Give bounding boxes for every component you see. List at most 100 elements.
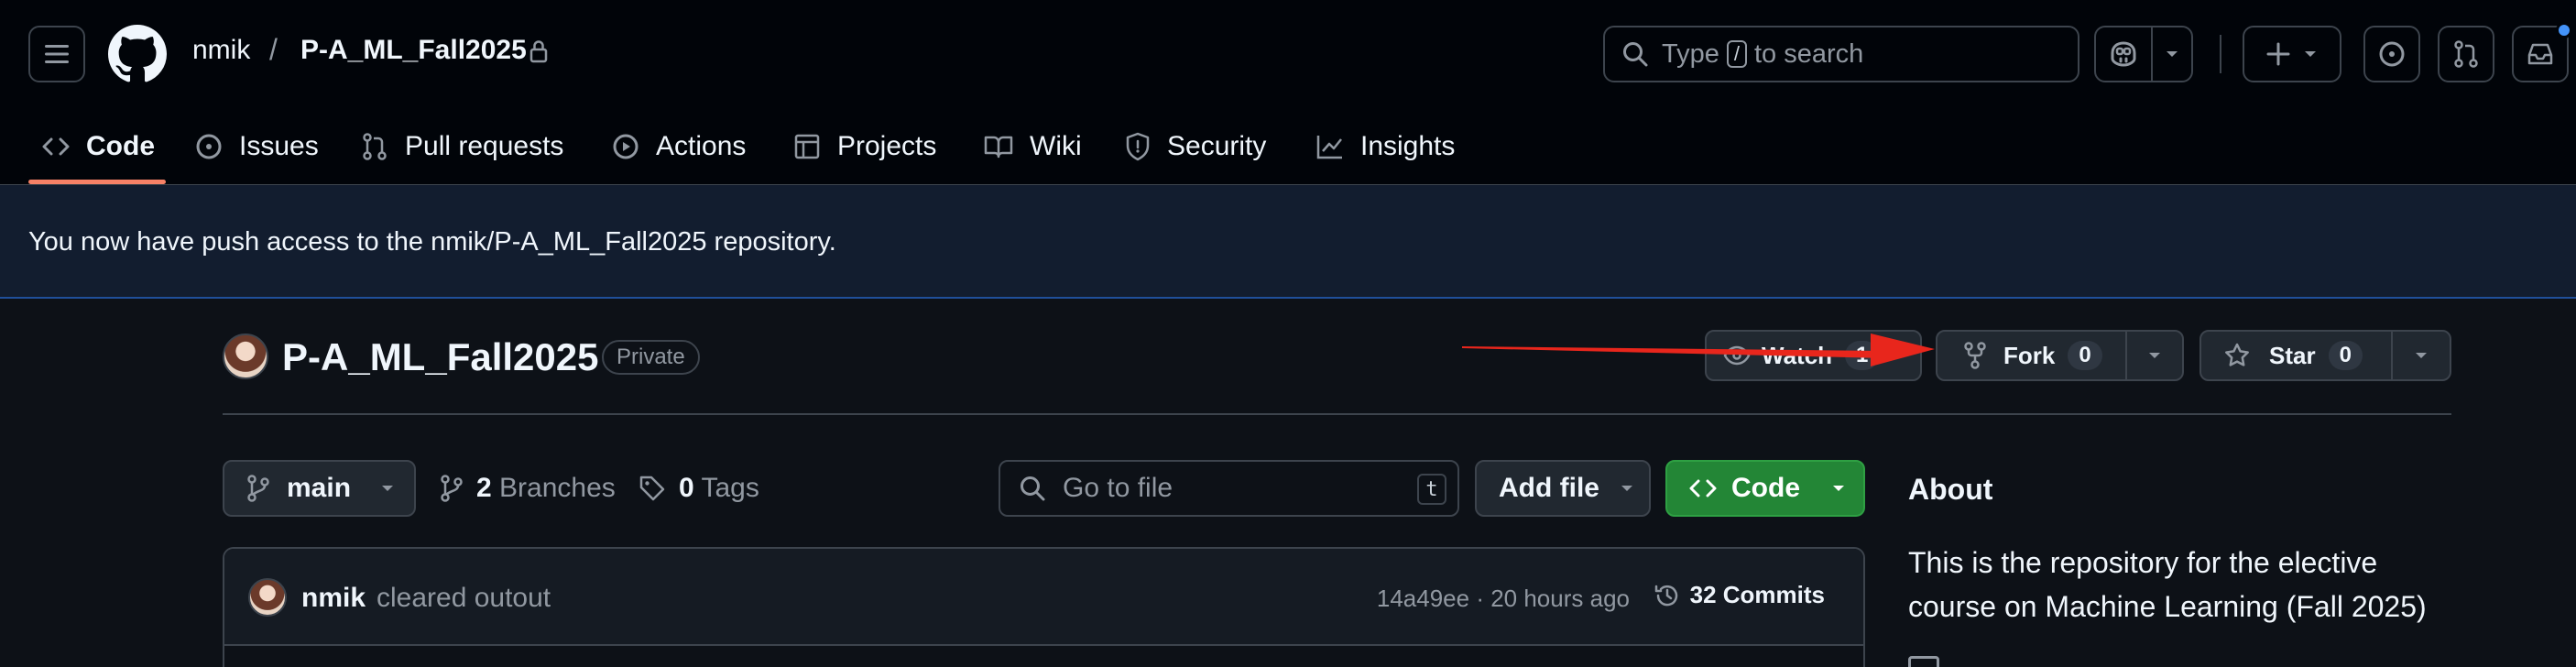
star-icon: [2225, 343, 2249, 366]
tab-security[interactable]: Security: [1125, 108, 1266, 185]
table-icon: [794, 134, 820, 159]
commits-count: 32 Commits: [1689, 581, 1825, 608]
page-title[interactable]: P-A_ML_Fall2025: [282, 335, 598, 379]
tags-link[interactable]: 0 Tags: [639, 473, 759, 504]
fork-count: 0: [2068, 341, 2102, 370]
tag-icon: [639, 476, 665, 501]
issue-icon: [196, 134, 222, 159]
commit-message[interactable]: cleared outout: [377, 583, 551, 614]
visibility-badge: Private: [602, 340, 700, 375]
shield-icon: [1126, 132, 1150, 161]
copilot-dropdown[interactable]: [2151, 26, 2193, 82]
menu-button[interactable]: [28, 26, 85, 82]
about-description: This is the repository for the elective …: [1908, 546, 2427, 623]
annotation-arrow: [1462, 334, 1935, 366]
commit-author-avatar[interactable]: [248, 578, 287, 617]
copilot-button[interactable]: [2094, 26, 2153, 82]
triangle-down-icon: [382, 486, 394, 491]
tab-code[interactable]: Code: [42, 108, 155, 185]
tab-label: Security: [1167, 131, 1267, 161]
search-shortcut-key: /: [1726, 40, 1747, 68]
star-button[interactable]: Star 0: [2199, 330, 2451, 381]
branch-icon: [247, 475, 269, 502]
notification-dot: [2556, 22, 2572, 38]
fork-dropdown[interactable]: [2125, 332, 2182, 379]
inbox-button[interactable]: [2512, 22, 2572, 82]
branch-icon: [441, 475, 463, 502]
file-browser: nmik cleared outout 14a49ee · 20 hours a…: [223, 547, 1865, 667]
add-file-button[interactable]: Add file: [1475, 460, 1651, 517]
tab-label: Issues: [239, 131, 319, 161]
flash-banner: You now have push access to the nmik/P-A…: [0, 185, 2576, 299]
commit-hash-time[interactable]: 14a49ee · 20 hours ago: [1377, 585, 1630, 613]
go-to-file-placeholder: Go to file: [1063, 473, 1173, 503]
breadcrumb-owner[interactable]: nmik: [192, 35, 250, 66]
code-icon: [42, 137, 70, 156]
star-label: Star: [2269, 341, 2316, 369]
star-count: 0: [2328, 341, 2363, 370]
pull-requests-button[interactable]: [2438, 26, 2494, 82]
add-file-label: Add file: [1499, 473, 1599, 503]
fork-label: Fork: [2003, 341, 2056, 369]
go-to-file-shortcut: t: [1417, 474, 1446, 505]
search-icon: [1021, 476, 1045, 501]
code-icon: [1689, 479, 1717, 498]
triangle-down-icon: [1833, 486, 1844, 491]
hamburger-icon: [45, 45, 69, 63]
lock-icon: [529, 40, 548, 63]
active-tab-indicator: [28, 180, 166, 184]
tab-label: Pull requests: [405, 131, 564, 161]
triangle-down-icon: [2416, 353, 2427, 358]
commits-link[interactable]: 32 Commits: [1654, 581, 1825, 609]
commit-author[interactable]: nmik: [301, 583, 366, 614]
github-logo-icon[interactable]: [108, 25, 167, 83]
graph-icon: [1316, 136, 1342, 159]
star-dropdown[interactable]: [2391, 332, 2450, 379]
tags-label: Tags: [701, 473, 759, 503]
about-heading: About: [1908, 473, 1993, 506]
tab-pull-requests[interactable]: Pull requests: [361, 108, 563, 185]
branches-link[interactable]: 2 Branches: [440, 473, 616, 504]
tab-label: Actions: [656, 131, 747, 161]
breadcrumb-separator: /: [269, 33, 278, 66]
history-icon: [1654, 585, 1677, 606]
code-button[interactable]: Code: [1665, 460, 1865, 517]
code-button-label: Code: [1731, 473, 1800, 503]
issue-icon: [2379, 41, 2405, 67]
branches-label: Branches: [499, 473, 616, 503]
tab-label: Wiki: [1030, 131, 1082, 161]
branches-count: 2: [476, 473, 492, 503]
issues-button[interactable]: [2363, 26, 2420, 82]
tab-actions[interactable]: Actions: [612, 108, 746, 185]
branch-selector[interactable]: main: [223, 460, 416, 517]
fork-icon: [1964, 342, 1986, 369]
search-input[interactable]: Type / to search: [1603, 26, 2079, 82]
header-divider: [2220, 35, 2221, 73]
create-new-button[interactable]: [2243, 26, 2341, 82]
flash-message: You now have push access to the nmik/P-A…: [28, 227, 836, 257]
search-prefix: Type: [1662, 38, 1719, 69]
branch-name: main: [287, 473, 352, 503]
repo-nav: Code Issues Pull requests Actions Projec…: [0, 108, 2576, 185]
triangle-down-icon: [2167, 51, 2178, 57]
tab-label: Insights: [1360, 131, 1456, 161]
tab-issues[interactable]: Issues: [195, 108, 319, 185]
go-to-file-input[interactable]: Go to file t: [999, 460, 1459, 517]
copilot-icon: [2111, 41, 2136, 67]
pull-request-icon: [2454, 40, 2478, 68]
inbox-icon: [2527, 43, 2553, 65]
pull-request-icon: [363, 133, 387, 160]
triangle-down-icon: [2305, 51, 2316, 57]
latest-commit-row: nmik cleared outout 14a49ee · 20 hours a…: [224, 549, 1863, 646]
search-icon: [1623, 42, 1648, 67]
title-divider: [223, 413, 2451, 415]
tab-label: Code: [86, 131, 155, 161]
book-icon: [984, 136, 1013, 159]
fork-button[interactable]: Fork 0: [1936, 330, 2184, 381]
tab-projects[interactable]: Projects: [793, 108, 936, 185]
avatar[interactable]: [223, 334, 268, 379]
tags-count: 0: [679, 473, 694, 503]
tab-wiki[interactable]: Wiki: [984, 108, 1082, 185]
breadcrumb-repo[interactable]: P-A_ML_Fall2025: [300, 35, 527, 66]
tab-insights[interactable]: Insights: [1316, 108, 1455, 185]
